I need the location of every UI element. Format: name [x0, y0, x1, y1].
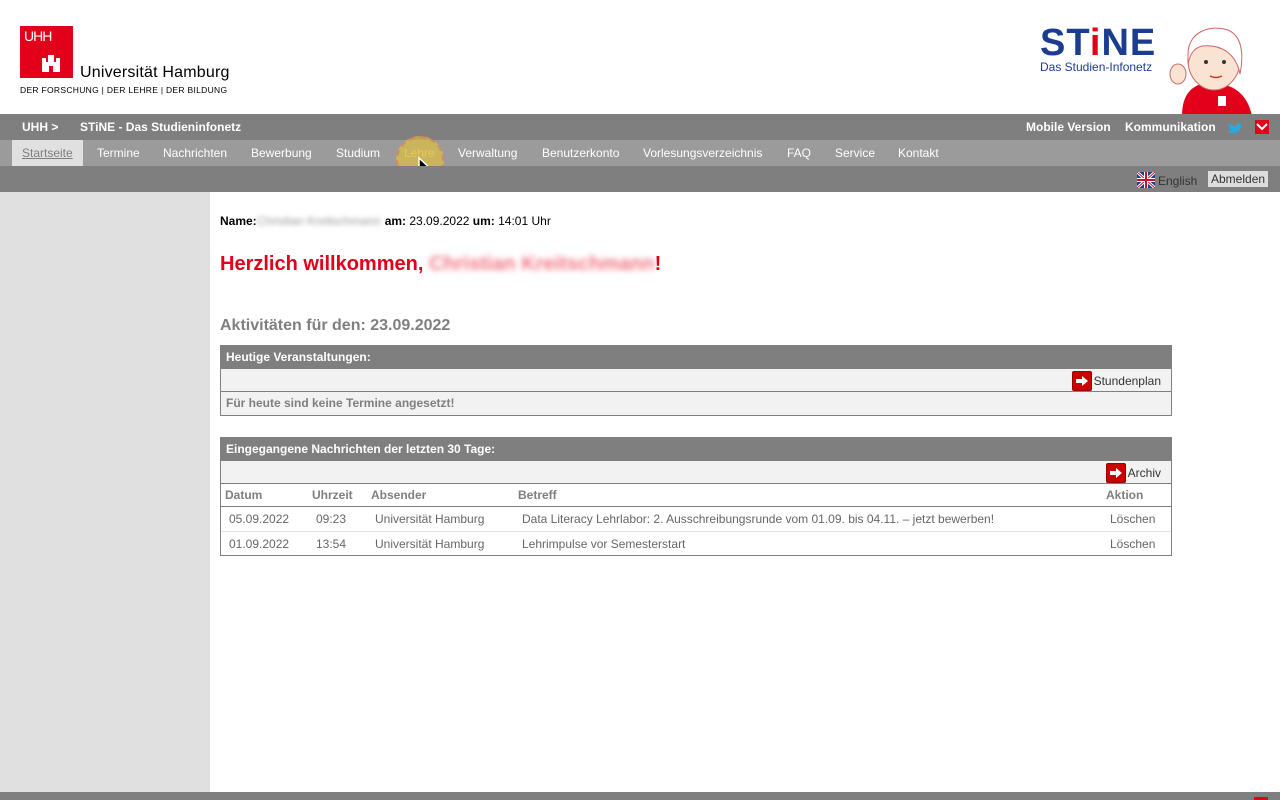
welcome-suffix: ! — [654, 253, 662, 275]
left-sidebar — [0, 192, 210, 792]
twitter-icon[interactable] — [1226, 119, 1242, 135]
breadcrumb-uhh[interactable]: UHH > — [22, 120, 58, 134]
message-date: 01.09.2022 — [229, 537, 290, 551]
user-name-redacted: Christian Kreitschmann — [256, 214, 381, 228]
session-time: 14:01 Uhr — [498, 214, 551, 228]
archiv-link[interactable]: Archiv — [1105, 463, 1161, 483]
uk-flag-icon — [1137, 171, 1155, 188]
messages-header: Eingegangene Nachrichten der letzten 30 … — [221, 437, 1171, 461]
arrow-right-icon — [1071, 371, 1092, 391]
nav-verwaltung[interactable]: Verwaltung — [458, 140, 517, 166]
english-label: English — [1158, 174, 1198, 188]
stundenplan-label: Stundenplan — [1093, 374, 1161, 388]
table-row[interactable]: 05.09.2022 09:23 Universität Hamburg Dat… — [221, 507, 1171, 531]
nav-benutzerkonto[interactable]: Benutzerkonto — [542, 140, 619, 166]
stine-wordmark-i: i — [1089, 22, 1102, 64]
nav-service[interactable]: Service — [835, 140, 875, 166]
time-label: um: — [472, 214, 495, 228]
message-subject-link[interactable]: Lehrimpulse vor Semesterstart — [522, 532, 685, 556]
column-header-uhrzeit: Uhrzeit — [312, 488, 353, 502]
delete-message-link[interactable]: Löschen — [1110, 507, 1155, 531]
nav-nachrichten[interactable]: Nachrichten — [163, 140, 227, 166]
today-empty-message: Für heute sind keine Termine angesetzt! — [221, 392, 1171, 415]
breadcrumb-stine[interactable]: STiNE - Das Studieninfonetz — [80, 120, 241, 134]
activities-title: Aktivitäten für den: 23.09.2022 — [220, 317, 451, 334]
welcome-user-name-redacted: Christian Kreitschmann — [428, 253, 655, 275]
column-header-absender: Absender — [371, 488, 427, 502]
welcome-heading: Herzlich willkommen, Christian Kreitschm… — [220, 253, 661, 276]
archiv-label: Archiv — [1127, 466, 1161, 480]
column-header-aktion: Aktion — [1106, 488, 1144, 502]
message-subject-link[interactable]: Data Literacy Lehrlabor: 2. Ausschreibun… — [522, 507, 994, 531]
uhh-logo-mark: UHH — [20, 26, 73, 78]
column-header-datum: Datum — [225, 488, 263, 502]
nav-vorlesungsverzeichnis[interactable]: Vorlesungsverzeichnis — [643, 140, 762, 166]
message-time: 13:54 — [316, 537, 347, 551]
mail-icon[interactable] — [1255, 120, 1269, 134]
page-header: UHH Universität Hamburg DER FORSCHUNG | … — [0, 0, 1280, 116]
university-name: Universität Hamburg — [80, 64, 230, 81]
message-sender: Universität Hamburg — [375, 512, 485, 526]
nav-faq[interactable]: FAQ — [787, 140, 811, 166]
language-bar: English Abmelden — [0, 166, 1280, 192]
name-label: Name: — [220, 214, 257, 228]
mobile-version-link[interactable]: Mobile Version — [1026, 120, 1111, 134]
arrow-right-icon — [1105, 463, 1126, 483]
hamburg-castle-icon — [42, 55, 60, 72]
today-events-table: Heutige Veranstaltungen: Stundenplan Für… — [220, 345, 1172, 416]
kommunikation-link[interactable]: Kommunikation — [1125, 120, 1216, 134]
delete-message-link[interactable]: Löschen — [1110, 532, 1155, 556]
nav-studium[interactable]: Studium — [336, 140, 380, 166]
stine-wordmark-part: NE — [1101, 22, 1157, 64]
nav-termine[interactable]: Termine — [97, 140, 140, 166]
session-info: Name:Christian Kreitschmann am: 23.09.202… — [220, 214, 551, 228]
stine-logo[interactable]: STiNE Das Studien-Infonetz — [1040, 20, 1270, 116]
university-motto: DER FORSCHUNG | DER LEHRE | DER BILDUNG — [20, 85, 228, 95]
uhh-logo[interactable]: UHH Universität Hamburg DER FORSCHUNG | … — [20, 26, 240, 98]
messages-table: Eingegangene Nachrichten der letzten 30 … — [220, 437, 1172, 556]
uhh-logo-text: UHH — [24, 28, 52, 44]
date-label: am: — [384, 214, 407, 228]
nav-kontakt[interactable]: Kontakt — [898, 140, 939, 166]
table-row[interactable]: 01.09.2022 13:54 Universität Hamburg Leh… — [221, 531, 1171, 555]
nav-startseite[interactable]: Startseite — [12, 140, 83, 166]
english-language-link[interactable]: English — [1137, 171, 1197, 188]
session-date: 23.09.2022 — [409, 214, 470, 228]
messages-column-headers: Datum Uhrzeit Absender Betreff Aktion — [221, 484, 1171, 507]
stine-wordmark: STiNE — [1040, 22, 1156, 65]
main-navigation: Startseite Termine Nachrichten Bewerbung… — [0, 140, 1280, 166]
column-header-betreff: Betreff — [518, 488, 557, 502]
messages-toolbar: Archiv — [221, 461, 1171, 484]
today-events-header: Heutige Veranstaltungen: — [221, 345, 1171, 369]
footer-bar — [0, 792, 1280, 800]
stine-wordmark-part: ST — [1040, 22, 1090, 64]
logout-button[interactable]: Abmelden — [1208, 171, 1269, 187]
nav-bewerbung[interactable]: Bewerbung — [251, 140, 312, 166]
stine-mascot-icon — [1169, 27, 1252, 116]
stine-subtitle: Das Studien-Infonetz — [1040, 60, 1153, 74]
today-events-toolbar: Stundenplan — [221, 369, 1171, 392]
top-bar: UHH > STiNE - Das Studieninfonetz Mobile… — [0, 114, 1280, 140]
welcome-prefix: Herzlich willkommen, — [220, 253, 424, 275]
message-time: 09:23 — [316, 512, 347, 526]
stundenplan-link[interactable]: Stundenplan — [1071, 371, 1161, 391]
message-sender: Universität Hamburg — [375, 537, 485, 551]
message-date: 05.09.2022 — [229, 512, 290, 526]
